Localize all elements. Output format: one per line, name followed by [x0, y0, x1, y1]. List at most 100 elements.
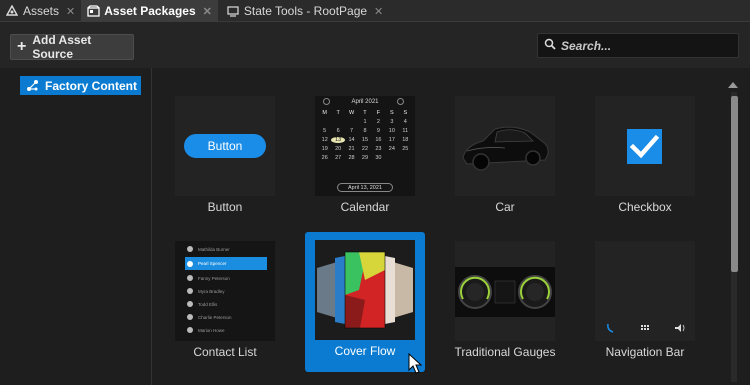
calendar-day: 8: [363, 128, 367, 134]
tab-label: Assets: [23, 4, 60, 18]
asset-card-cover-flow[interactable]: Cover Flow: [305, 232, 425, 372]
calendar-day: 4: [403, 119, 407, 125]
contact-row-selected: Pearl Spencer: [185, 257, 267, 270]
calendar-day: 11: [402, 128, 409, 134]
assets-icon: [5, 4, 19, 18]
grid-icon: [641, 325, 649, 330]
button-preview: Button: [184, 134, 266, 158]
gauges-preview: [455, 241, 555, 341]
add-asset-source-button[interactable]: + Add Asset Source: [10, 33, 134, 61]
asset-label: Cover Flow: [334, 344, 396, 358]
contact-name: Charlie Peterson: [198, 314, 232, 320]
asset-label: Navigation Bar: [605, 345, 685, 359]
avatar: [187, 246, 193, 252]
asset-label: Button: [207, 200, 243, 214]
asset-card-traditional-gauges[interactable]: Traditional Gauges: [445, 233, 565, 373]
calendar-day: 12: [321, 137, 328, 143]
asset-label: Calendar: [340, 200, 390, 214]
factory-content-icon: [26, 79, 39, 92]
contact-row: Charlie Peterson: [187, 312, 263, 322]
tab-label: State Tools - RootPage: [243, 4, 368, 18]
calendar-day: [318, 119, 331, 125]
asset-card-car[interactable]: Car: [445, 88, 565, 228]
calendar-day: 7: [350, 128, 354, 134]
asset-card-contact-list[interactable]: Mathilda Burner Pearl Spencer Fanny Pete…: [165, 233, 285, 373]
calendar-day: 18: [402, 137, 409, 143]
navigation-bar-icons: [607, 323, 685, 333]
tab-asset-packages[interactable]: Asset Packages ✕: [81, 0, 218, 22]
contact-name: Pearl Spencer: [198, 261, 227, 266]
calendar-weekday: W: [348, 110, 355, 116]
search-input[interactable]: [561, 38, 721, 53]
calendar-day: [385, 155, 398, 161]
avatar: [187, 288, 193, 294]
calendar-day: 20: [335, 146, 342, 152]
avatar: [187, 275, 193, 281]
phone-icon: [607, 323, 614, 333]
contact-row: Myra Bradley: [187, 286, 263, 296]
calendar-day: 13: [331, 137, 345, 143]
calendar-day: 5: [323, 128, 327, 134]
tree-item-factory-content[interactable]: Factory Content: [20, 76, 141, 95]
asset-source-tree: Factory Content: [0, 68, 152, 385]
asset-card-checkbox[interactable]: Checkbox: [585, 88, 705, 228]
close-icon[interactable]: ✕: [203, 5, 212, 18]
contact-list-preview: Mathilda Burner Pearl Spencer Fanny Pete…: [175, 241, 275, 341]
search-icon: [544, 37, 556, 55]
calendar-day: 1: [363, 119, 367, 125]
calendar-day: 19: [321, 146, 328, 152]
asset-thumbnail: Button: [175, 96, 275, 196]
calendar-weekday: F: [376, 110, 381, 116]
tab-bar: Assets ✕ Asset Packages ✕ State Tools - …: [0, 0, 750, 22]
asset-card-navigation-bar[interactable]: Navigation Bar: [585, 233, 705, 373]
calendar-weekday: S: [403, 110, 408, 116]
scrollbar-thumb[interactable]: [731, 96, 738, 272]
calendar-date-pill: April 13, 2021: [337, 183, 393, 192]
calendar-days: M T W T F S S 1 2 3 4 5 6 7 8 9 10 11 12 13 14 15 16 17 18 19 20 21…: [318, 110, 412, 161]
cover-flow-image: [315, 240, 415, 340]
asset-card-calendar[interactable]: April 2021 M T W T F S S 1 2 3 4 5 6 7 8 9 10 11 12 13 14 15 1…: [305, 88, 425, 228]
asset-card-button[interactable]: Button Button: [165, 88, 285, 228]
calendar-day: 30: [375, 155, 382, 161]
calendar-day: 28: [348, 155, 355, 161]
contact-name: Fanny Peterson: [198, 275, 230, 281]
asset-packages-window: Assets ✕ Asset Packages ✕ State Tools - …: [0, 0, 750, 385]
toolbar: + Add Asset Source: [0, 22, 750, 68]
calendar-day: 10: [388, 128, 395, 134]
close-icon[interactable]: ✕: [66, 5, 75, 18]
contact-row: Fanny Peterson: [187, 273, 263, 283]
vertical-scrollbar[interactable]: [727, 80, 741, 385]
asset-label: Car: [495, 200, 515, 214]
contact-row: Marion Howe: [187, 325, 263, 335]
calendar-weekday: M: [322, 110, 327, 116]
calendar-day: 29: [361, 155, 369, 161]
car-preview: [455, 96, 555, 196]
asset-label: Traditional Gauges: [454, 345, 556, 359]
calendar-preview: April 2021 M T W T F S S 1 2 3 4 5 6 7 8 9 10 11 12 13 14 15 1…: [315, 96, 415, 196]
asset-label: Contact List: [193, 345, 257, 359]
add-asset-source-label: Add Asset Source: [32, 33, 92, 61]
asset-label: Checkbox: [618, 200, 672, 214]
avatar: [187, 260, 193, 267]
contact-name: Marion Howe: [198, 327, 225, 333]
close-icon[interactable]: ✕: [374, 5, 383, 18]
car-icon: [462, 126, 549, 171]
asset-grid: Button Button April 2021 MTWTFSS12345678…: [153, 68, 725, 385]
tab-label: Asset Packages: [104, 4, 196, 18]
calendar-day: 15: [361, 137, 369, 143]
avatar: [187, 327, 193, 333]
avatar: [187, 301, 193, 307]
contact-row: Todd Ellis: [187, 299, 263, 309]
calendar-day: 9: [376, 128, 380, 134]
calendar-day: 23: [375, 146, 382, 152]
calendar-day: 17: [388, 137, 395, 143]
tab-assets[interactable]: Assets ✕: [0, 0, 81, 22]
calendar-weekday: T: [363, 110, 367, 116]
search-box[interactable]: [537, 33, 739, 58]
calendar-day: 21: [348, 146, 355, 152]
tab-state-tools[interactable]: State Tools - RootPage ✕: [218, 0, 389, 22]
scroll-up-icon[interactable]: [728, 82, 738, 88]
calendar-day: 27: [335, 155, 342, 161]
contact-name: Todd Ellis: [198, 301, 218, 307]
packages-icon: [86, 4, 100, 18]
